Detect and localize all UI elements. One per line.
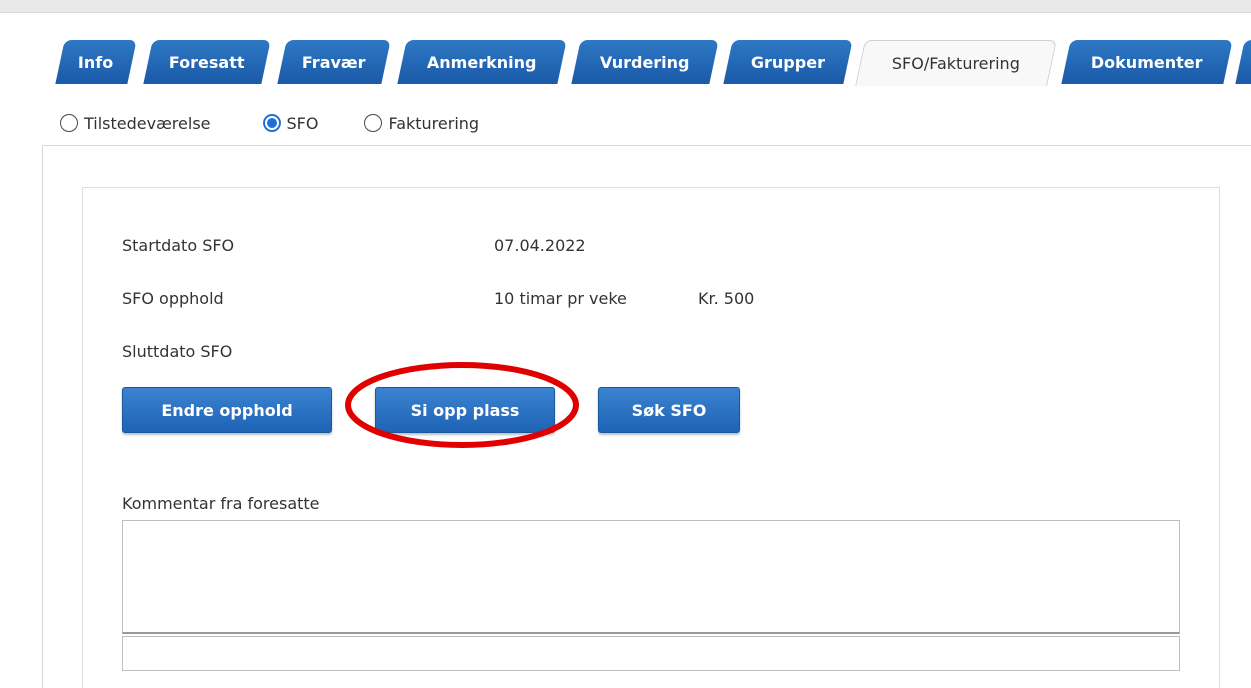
radio-sfo-circle[interactable] <box>262 114 281 132</box>
tab-sfo-fakturering-label: SFO/Fakturering <box>891 54 1020 73</box>
radio-tilstedevaerelse-label: Tilstedeværelse <box>84 113 211 133</box>
tab-fravaer-label: Fravær <box>302 52 366 72</box>
radio-tilstedevaerelse-circle[interactable] <box>60 114 78 132</box>
top-bar <box>0 0 1251 13</box>
tab-vurdering-label: Vurdering <box>600 52 690 72</box>
comment-textarea[interactable] <box>122 520 1180 634</box>
radio-sfo[interactable]: SFO <box>262 113 319 133</box>
radio-fakturering-label: Fakturering <box>388 113 480 133</box>
start-date-label: Startdato SFO <box>122 236 235 255</box>
radio-tilstedevaerelse[interactable]: Tilstedeværelse <box>60 114 211 133</box>
view-radio-group: Tilstedeværelse SFO Fakturering <box>60 110 517 136</box>
tab-vurdering[interactable]: Vurdering <box>571 40 719 84</box>
tab-foresatt[interactable]: Foresatt <box>143 40 271 84</box>
tab-bar: Info Foresatt Fravær Anmerkning Vurderin… <box>0 40 1251 86</box>
tab-fravaer[interactable]: Fravær <box>277 40 391 84</box>
tab-dokumenter[interactable]: Dokumenter <box>1061 40 1233 84</box>
cancel-place-button[interactable]: Si opp plass <box>375 387 555 433</box>
tab-anmerkning[interactable]: Anmerkning <box>397 40 567 84</box>
radio-fakturering[interactable]: Fakturering <box>364 114 479 133</box>
radio-fakturering-circle[interactable] <box>364 114 383 132</box>
comment-label: Kommentar fra foresatte <box>122 494 320 513</box>
comment-footer-field[interactable] <box>122 636 1180 671</box>
start-date-value: 07.04.2022 <box>494 236 586 255</box>
tab-foresatt-label: Foresatt <box>169 52 245 72</box>
radio-sfo-label: SFO <box>286 113 319 133</box>
end-date-label: Sluttdato SFO <box>122 342 233 361</box>
tab-info-label: Info <box>78 52 114 72</box>
tab-info[interactable]: Info <box>55 40 137 84</box>
tab-more-edge[interactable] <box>1235 40 1251 84</box>
tab-grupper-label: Grupper <box>750 52 826 72</box>
stay-value: 10 timar pr veke <box>494 289 627 308</box>
tab-sfo-fakturering[interactable]: SFO/Fakturering <box>855 40 1057 86</box>
tab-grupper[interactable]: Grupper <box>723 40 853 84</box>
apply-sfo-button[interactable]: Søk SFO <box>598 387 740 433</box>
tab-dokumenter-label: Dokumenter <box>1091 52 1203 72</box>
stay-price: Kr. 500 <box>698 289 755 308</box>
stay-label: SFO opphold <box>122 289 224 308</box>
change-stay-button[interactable]: Endre opphold <box>122 387 332 433</box>
tab-anmerkning-label: Anmerkning <box>427 52 537 72</box>
